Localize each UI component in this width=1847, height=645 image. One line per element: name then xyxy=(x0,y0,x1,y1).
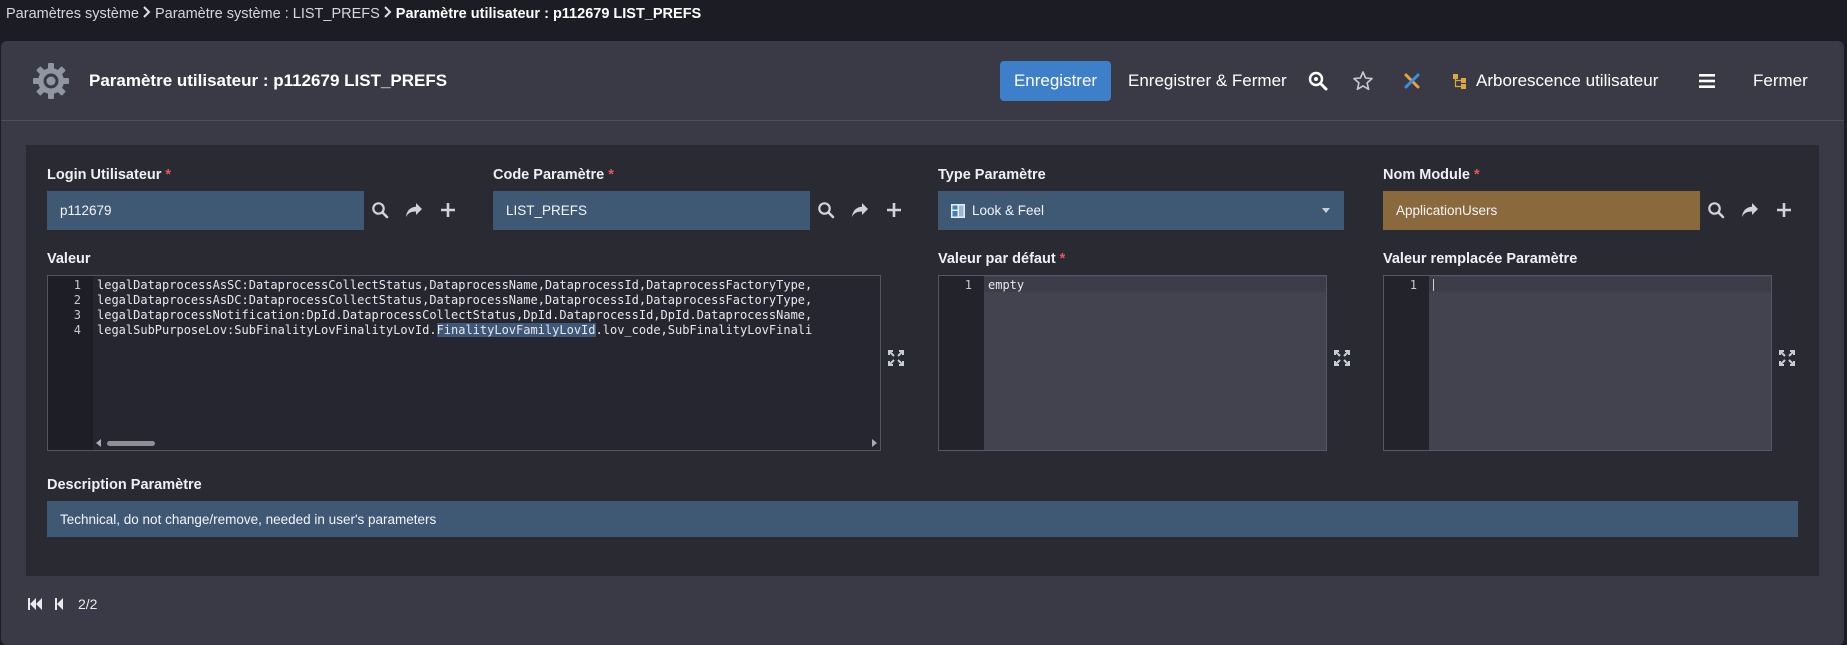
code-line: legalSubPurposeLov:SubFinalityLovFinalit… xyxy=(97,323,813,337)
code-field[interactable]: LIST_PREFS xyxy=(493,191,810,230)
save-close-button[interactable]: Enregistrer & Fermer xyxy=(1128,61,1287,101)
tools-icon[interactable] xyxy=(1398,61,1426,101)
breadcrumb-item-current: Paramètre utilisateur : p112679 LIST_PRE… xyxy=(395,6,702,22)
replaced-value-label: Valeur remplacée Paramètre xyxy=(1383,251,1578,267)
scrollbar-thumb[interactable] xyxy=(107,441,155,446)
type-select[interactable]: Look & Feel xyxy=(938,191,1344,230)
tree-icon xyxy=(1452,73,1468,89)
replaced-value-editor[interactable]: 1 xyxy=(1383,275,1772,451)
look-feel-icon xyxy=(951,203,965,218)
record-window: Paramètre utilisateur : p112679 LIST_PRE… xyxy=(1,41,1844,645)
gear-icon xyxy=(31,61,71,101)
description-field[interactable]: Technical, do not change/remove, needed … xyxy=(47,501,1798,537)
zoom-search-icon[interactable] xyxy=(1304,61,1332,101)
required-marker: * xyxy=(608,167,614,183)
save-button[interactable]: Enregistrer xyxy=(1000,61,1111,101)
user-tree-button[interactable]: Arborescence utilisateur xyxy=(1452,61,1658,101)
scroll-right-icon[interactable] xyxy=(872,439,877,447)
breadcrumb: Paramètres système Paramètre système : L… xyxy=(6,5,701,23)
code-line: empty xyxy=(988,278,1025,292)
add-icon[interactable] xyxy=(1772,198,1796,222)
login-label: Login Utilisateur * xyxy=(47,167,172,183)
close-button[interactable]: Fermer xyxy=(1753,61,1808,101)
code-line: legalDataprocessNotification:DpId.Datapr… xyxy=(97,308,813,322)
pager: 2/2 xyxy=(28,596,97,612)
selected-text: FinalityLovFamilyLovId xyxy=(436,323,596,337)
expand-icon[interactable] xyxy=(1775,346,1799,370)
active-line xyxy=(1429,277,1771,292)
page-counter: 2/2 xyxy=(78,596,98,612)
star-icon[interactable] xyxy=(1349,61,1377,101)
chevron-down-icon[interactable] xyxy=(1322,208,1330,213)
expand-icon[interactable] xyxy=(884,346,908,370)
scroll-left-icon[interactable] xyxy=(96,439,101,447)
first-page-icon[interactable] xyxy=(28,598,43,610)
default-value-editor[interactable]: 1 empty xyxy=(938,275,1327,451)
code-label: Code Paramètre * xyxy=(493,167,614,183)
code-line: legalDataprocessAsSC:DataprocessCollectS… xyxy=(97,278,813,292)
add-icon[interactable] xyxy=(436,198,460,222)
search-icon[interactable] xyxy=(368,198,392,222)
user-tree-label: Arborescence utilisateur xyxy=(1476,71,1659,90)
expand-icon[interactable] xyxy=(1330,346,1354,370)
breadcrumb-item-system-params[interactable]: Paramètres système xyxy=(6,6,139,22)
horizontal-scrollbar[interactable] xyxy=(93,436,880,450)
valeur-code-editor[interactable]: 1 2 3 4 legalDataprocessAsSC:Dataprocess… xyxy=(47,275,881,451)
share-arrow-icon[interactable] xyxy=(1738,198,1762,222)
menu-icon[interactable] xyxy=(1693,61,1721,101)
required-marker: * xyxy=(1474,167,1480,183)
type-select-value: Look & Feel xyxy=(972,203,1045,218)
line-number-gutter: 1 2 3 4 xyxy=(48,276,93,450)
share-arrow-icon[interactable] xyxy=(848,198,872,222)
module-label: Nom Module * xyxy=(1383,167,1480,183)
add-icon[interactable] xyxy=(882,198,906,222)
active-line xyxy=(984,277,1326,292)
breadcrumb-item-system-param[interactable]: Paramètre système : LIST_PREFS xyxy=(155,6,380,22)
line-number-gutter: 1 xyxy=(1384,276,1429,450)
chevron-right-icon xyxy=(380,6,396,22)
text-cursor xyxy=(1433,279,1434,291)
code-line: legalDataprocessAsDC:DataprocessCollectS… xyxy=(97,293,813,307)
line-number-gutter: 1 xyxy=(939,276,984,450)
valeur-label: Valeur xyxy=(47,251,91,267)
form-panel: Login Utilisateur * p112679 Code Paramètr… xyxy=(26,145,1819,576)
login-field[interactable]: p112679 xyxy=(47,191,364,230)
search-icon[interactable] xyxy=(814,198,838,222)
page-title: Paramètre utilisateur : p112679 LIST_PRE… xyxy=(89,71,448,90)
default-value-label: Valeur par défaut * xyxy=(938,251,1066,267)
chevron-right-icon xyxy=(139,6,155,22)
window-header: Paramètre utilisateur : p112679 LIST_PRE… xyxy=(1,41,1844,121)
previous-page-icon[interactable] xyxy=(55,598,64,610)
share-arrow-icon[interactable] xyxy=(402,198,426,222)
type-label: Type Paramètre xyxy=(938,167,1046,183)
search-icon[interactable] xyxy=(1704,198,1728,222)
description-label: Description Paramètre xyxy=(47,477,202,493)
module-field[interactable]: ApplicationUsers xyxy=(1383,191,1700,230)
required-marker: * xyxy=(165,167,172,183)
required-marker: * xyxy=(1059,251,1066,267)
